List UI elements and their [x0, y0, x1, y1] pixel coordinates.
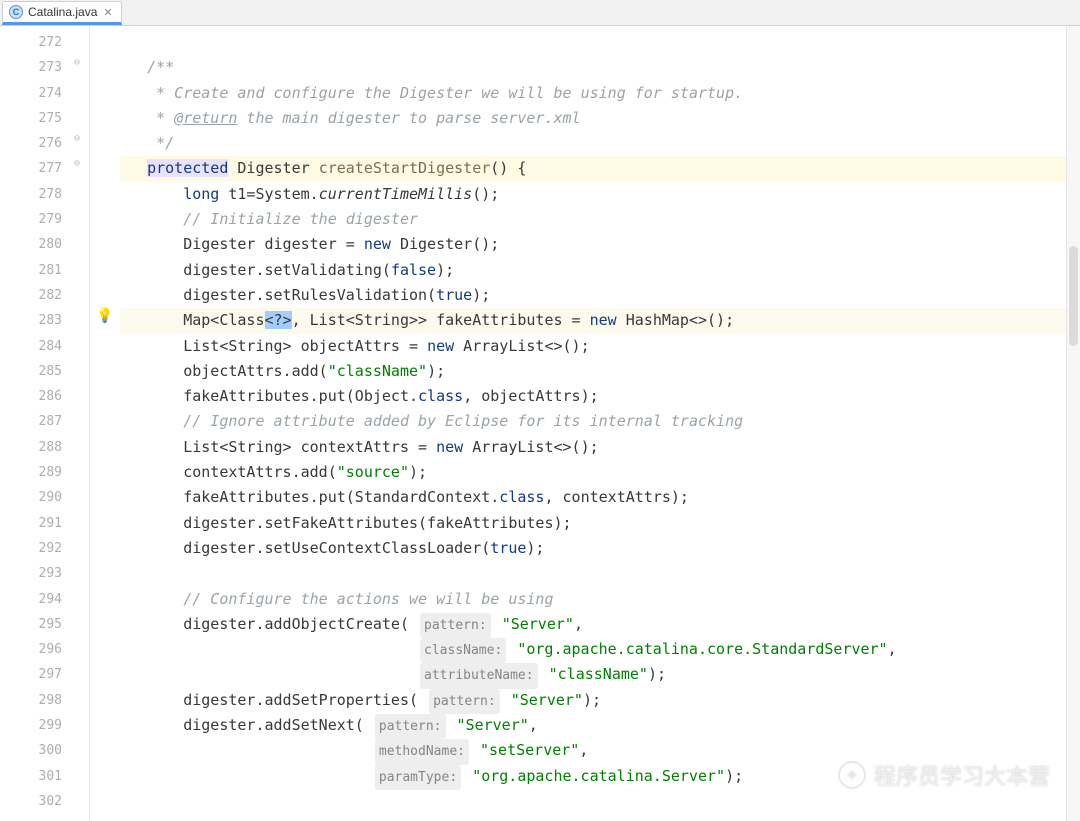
lightbulb-icon[interactable]: 💡: [96, 308, 110, 322]
code-line[interactable]: List<String> contextAttrs = new ArrayLis…: [120, 435, 1080, 460]
line-number: 286: [0, 384, 62, 409]
line-number: 275: [0, 106, 62, 131]
watermark-text: 程序员学习大本营: [874, 759, 1050, 791]
parameter-hint: pattern:: [420, 613, 491, 638]
parameter-hint: pattern:: [375, 714, 446, 739]
code-line[interactable]: digester.setFakeAttributes(fakeAttribute…: [120, 511, 1080, 536]
parameter-hint: paramType:: [375, 765, 461, 790]
line-number: 274: [0, 81, 62, 106]
line-number: 280: [0, 232, 62, 257]
code-line[interactable]: digester.setRulesValidation(true);: [120, 283, 1080, 308]
code-line[interactable]: attributeName: "className");: [120, 662, 1080, 687]
parameter-hint: methodName:: [375, 739, 469, 764]
java-class-icon: C: [9, 5, 23, 19]
code-line[interactable]: protected Digester createStartDigester()…: [120, 156, 1080, 181]
tab-filename: Catalina.java: [28, 5, 97, 19]
line-number: 302: [0, 789, 62, 814]
code-area[interactable]: /** * Create and configure the Digester …: [120, 26, 1080, 821]
wechat-icon: ✦: [838, 761, 866, 789]
line-number: 282: [0, 283, 62, 308]
code-line[interactable]: * Create and configure the Digester we w…: [120, 81, 1080, 106]
line-number: 283: [0, 308, 62, 333]
line-number: 293: [0, 561, 62, 586]
line-number: 299: [0, 713, 62, 738]
code-line[interactable]: // Ignore attribute added by Eclipse for…: [120, 409, 1080, 434]
line-number: 292: [0, 536, 62, 561]
code-line[interactable]: objectAttrs.add("className");: [120, 359, 1080, 384]
code-line[interactable]: /**: [120, 55, 1080, 80]
parameter-hint: className:: [420, 638, 506, 663]
code-editor[interactable]: 2722732742752762772782792802812822832842…: [0, 26, 1080, 821]
vertical-scrollbar[interactable]: [1066, 26, 1080, 821]
code-line[interactable]: [120, 30, 1080, 55]
code-line[interactable]: className: "org.apache.catalina.core.Sta…: [120, 637, 1080, 662]
close-icon[interactable]: ✕: [103, 6, 112, 19]
line-number: 290: [0, 485, 62, 510]
code-line[interactable]: */: [120, 131, 1080, 156]
parameter-hint: attributeName:: [420, 663, 538, 688]
tab-bar: C Catalina.java ✕: [0, 0, 1080, 26]
line-number: 300: [0, 738, 62, 763]
line-number: 296: [0, 637, 62, 662]
line-number: 289: [0, 460, 62, 485]
code-line[interactable]: [120, 789, 1080, 814]
fold-toggle-icon[interactable]: ⊖: [74, 133, 86, 145]
code-line[interactable]: [120, 561, 1080, 586]
line-number: 276: [0, 131, 62, 156]
line-number: 281: [0, 258, 62, 283]
code-line[interactable]: digester.addObjectCreate( pattern: "Serv…: [120, 612, 1080, 637]
line-number: 291: [0, 511, 62, 536]
code-line[interactable]: contextAttrs.add("source");: [120, 460, 1080, 485]
code-line[interactable]: Map<Class<?>, List<String>> fakeAttribut…: [120, 308, 1080, 333]
line-number: 285: [0, 359, 62, 384]
fold-toggle-icon[interactable]: ⊖: [74, 158, 86, 170]
code-line[interactable]: List<String> objectAttrs = new ArrayList…: [120, 334, 1080, 359]
line-number: 288: [0, 435, 62, 460]
code-line[interactable]: // Initialize the digester: [120, 207, 1080, 232]
code-line[interactable]: digester.addSetNext( pattern: "Server",: [120, 713, 1080, 738]
code-line[interactable]: fakeAttributes.put(StandardContext.class…: [120, 485, 1080, 510]
code-line[interactable]: digester.addSetProperties( pattern: "Ser…: [120, 688, 1080, 713]
line-number: 287: [0, 409, 62, 434]
code-line[interactable]: // Configure the actions we will be usin…: [120, 587, 1080, 612]
line-number: 278: [0, 182, 62, 207]
code-line[interactable]: fakeAttributes.put(Object.class, objectA…: [120, 384, 1080, 409]
line-number: 284: [0, 334, 62, 359]
code-line[interactable]: * @return the main digester to parse ser…: [120, 106, 1080, 131]
line-number: 298: [0, 688, 62, 713]
line-number: 272: [0, 30, 62, 55]
code-line[interactable]: Digester digester = new Digester();: [120, 232, 1080, 257]
line-number: 273: [0, 55, 62, 80]
fold-column: ⊖ ⊖ ⊖: [72, 26, 90, 821]
line-number: 279: [0, 207, 62, 232]
tab-active[interactable]: C Catalina.java ✕: [2, 1, 122, 25]
scrollbar-thumb[interactable]: [1069, 246, 1078, 346]
line-number: 294: [0, 587, 62, 612]
code-line[interactable]: digester.setUseContextClassLoader(true);: [120, 536, 1080, 561]
line-number: 277: [0, 156, 62, 181]
watermark: ✦ 程序员学习大本营: [838, 759, 1050, 791]
code-line[interactable]: digester.setValidating(false);: [120, 258, 1080, 283]
line-number-gutter: 2722732742752762772782792802812822832842…: [0, 26, 72, 821]
line-number: 297: [0, 662, 62, 687]
line-number: 295: [0, 612, 62, 637]
parameter-hint: pattern:: [429, 689, 500, 714]
annotation-column: 💡: [90, 26, 120, 821]
line-number: 301: [0, 764, 62, 789]
fold-toggle-icon[interactable]: ⊖: [74, 57, 86, 69]
code-line[interactable]: long t1=System.currentTimeMillis();: [120, 182, 1080, 207]
